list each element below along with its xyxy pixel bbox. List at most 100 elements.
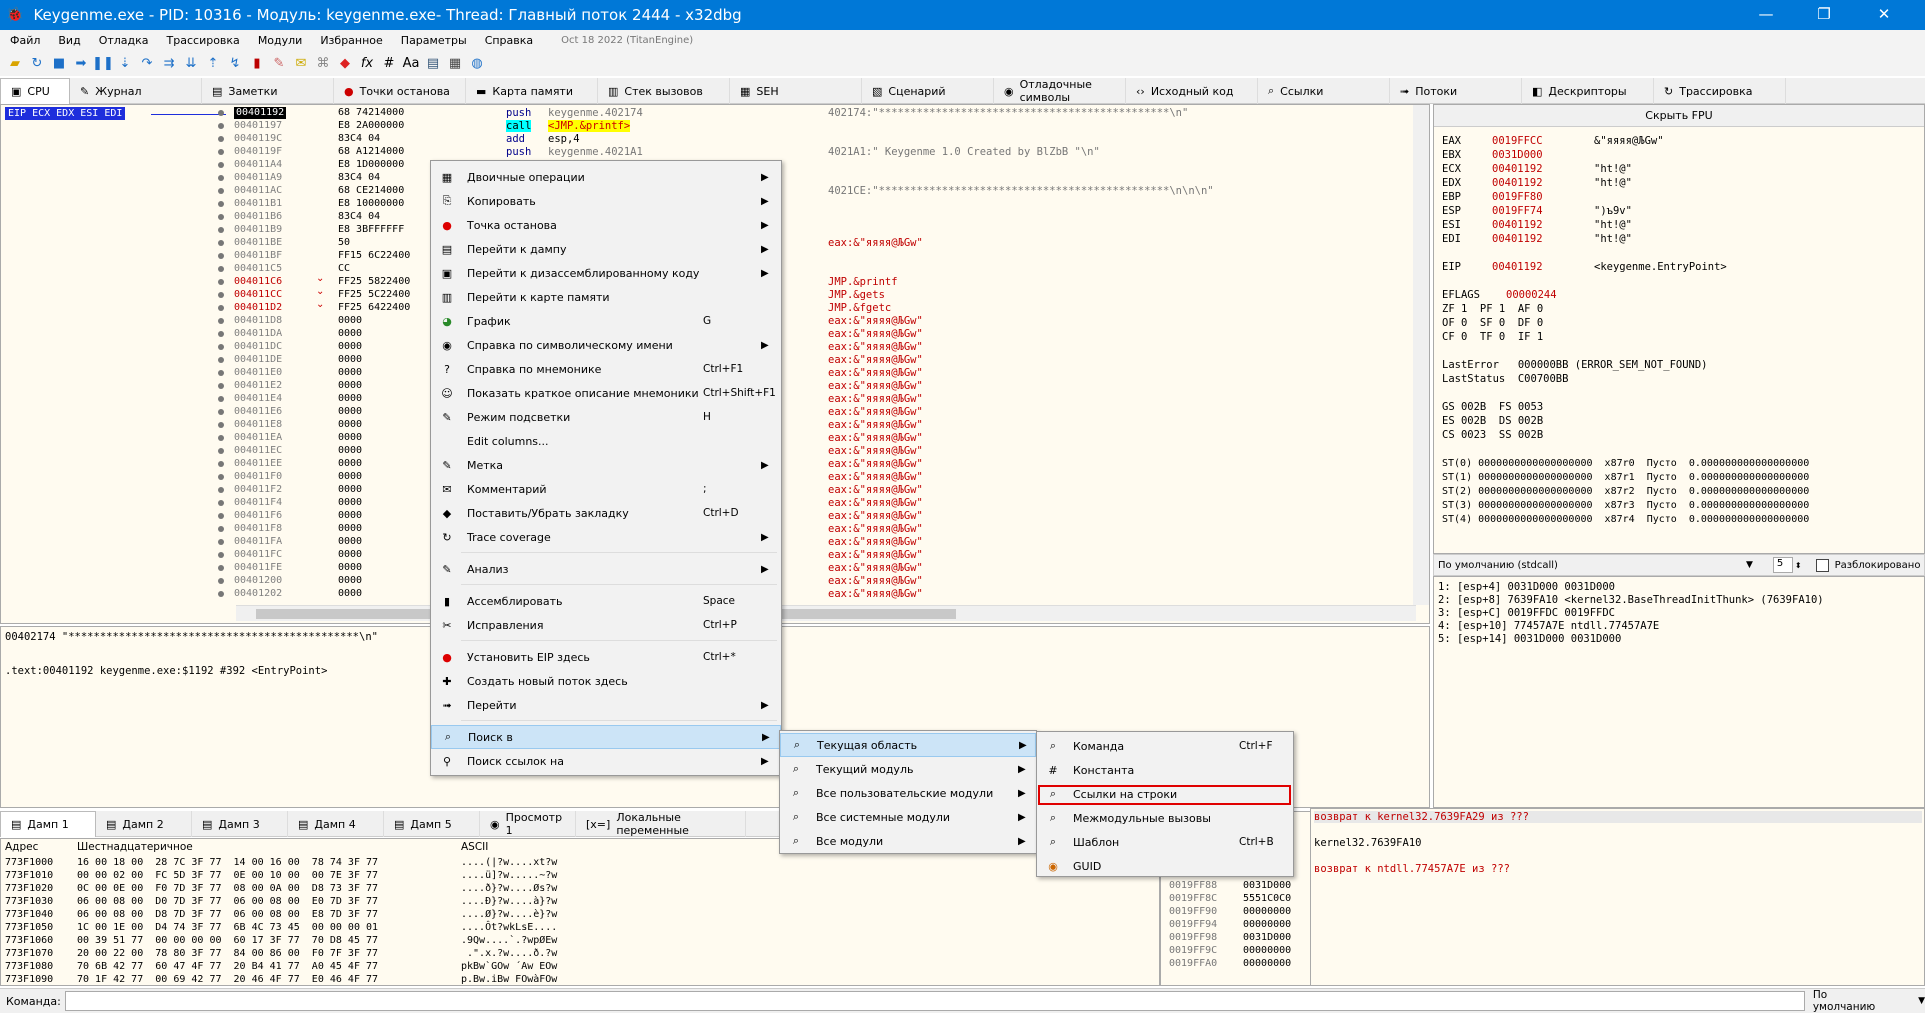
context-menu-item[interactable]: ? Справка по мнемонике Ctrl+F1 [431,357,781,381]
context-menu-item[interactable]: ▤ Перейти к дампу ▶ [431,237,781,261]
context-menu-item[interactable]: ▦ Двоичные операции ▶ [431,165,781,189]
submenu-item[interactable]: ⌕ Текущая область ▶ [780,733,1036,757]
breakpoint-bullet-icon[interactable] [218,357,224,363]
dump-tab[interactable]: ◉ Просмотр 1 [480,811,576,837]
context-menu-item[interactable]: ➟ Перейти ▶ [431,693,781,717]
calculator-icon[interactable]: ▦ [444,53,466,73]
address-cell[interactable]: 004011AC [234,185,282,197]
address-cell[interactable]: 004011BF [234,250,282,262]
breakpoint-bullet-icon[interactable] [218,578,224,584]
eip-value[interactable]: 00401192 [1492,261,1543,274]
stack-address[interactable]: 0019FFA0 [1169,958,1217,970]
address-cell[interactable]: 00401192 [234,107,287,119]
address-cell[interactable]: 004011F2 [234,484,282,496]
context-menu-item[interactable]: ↻ Trace coverage ▶ [431,525,781,549]
context-menu-item[interactable]: ▮ Ассемблировать Space [431,589,781,613]
address-cell[interactable]: 004011F8 [234,523,282,535]
calling-convention-select[interactable]: По умолчанию (stdcall) [1438,560,1758,571]
address-cell[interactable]: 004011DA [234,328,282,340]
breakpoint-bullet-icon[interactable] [218,552,224,558]
dump-tab[interactable]: ▤ Дамп 1 [0,811,96,837]
dump-address[interactable]: 773F1020 [5,883,53,895]
dump-ascii[interactable]: ....(|?w....xt?w [461,857,557,869]
address-cell[interactable]: 004011D8 [234,315,282,327]
dump-address[interactable]: 773F1060 [5,935,53,947]
animate-over-icon[interactable]: ⇊ [180,53,202,73]
register-value[interactable]: 0019FFCC [1492,135,1543,148]
address-cell[interactable]: 004011FA [234,536,282,548]
trace-icon[interactable]: ▮ [246,53,268,73]
context-menu-item[interactable]: ✎ Режим подсветки H [431,405,781,429]
menu-item[interactable]: Трассировка [167,34,240,47]
address-cell[interactable]: 004011EC [234,445,282,457]
register-value[interactable]: 0019FF74 [1492,205,1543,218]
dump-hex[interactable]: 20 00 22 00 78 80 3F 77 84 00 86 00 F0 7… [77,948,378,960]
spinner-arrows-icon[interactable]: ⬍ [1795,561,1802,570]
context-menu-item[interactable]: ✚ Создать новый поток здесь [431,669,781,693]
address-cell[interactable]: 004011B9 [234,224,282,236]
address-cell[interactable]: 004011B6 [234,211,282,223]
breakpoint-bullet-icon[interactable] [218,396,224,402]
dump-address[interactable]: 773F1010 [5,870,53,882]
dump-tab[interactable]: ▤ Дамп 4 [288,811,384,837]
stack-value[interactable]: 00000000 [1243,919,1291,931]
dump-panel[interactable]: Адрес Шестнадцатеричное ASCII 773F1000 16… [0,838,1160,986]
context-menu-item[interactable]: ◆ Поставить/Убрать закладку Ctrl+D [431,501,781,525]
dump-address[interactable]: 773F1080 [5,961,53,973]
context-menu-item[interactable]: ◉ Справка по символическому имени ▶ [431,333,781,357]
submenu-item[interactable]: ⌕ Текущий модуль ▶ [780,757,1036,781]
arg-count-spinner[interactable]: 5 [1772,557,1793,573]
address-cell[interactable]: 004011E8 [234,419,282,431]
tab-handles[interactable]: ◧ Дескрипторы [1522,78,1654,104]
chevron-down-icon[interactable]: ▼ [1746,560,1753,570]
menu-item[interactable]: Избранное [320,34,382,47]
dump-address[interactable]: 773F1050 [5,922,53,934]
address-cell[interactable]: 004011EA [234,432,282,444]
address-cell[interactable]: 004011DE [234,354,282,366]
maximize-button[interactable]: ❐ [1795,0,1853,30]
stack-value[interactable]: 0031D000 [1243,932,1291,944]
address-cell[interactable]: 004011FE [234,562,282,574]
tab-script[interactable]: ▧ Сценарий [862,78,994,104]
breakpoint-bullet-icon[interactable] [218,175,224,181]
dump-ascii[interactable]: ....Ø}?w....è}?w [461,909,557,921]
address-cell[interactable]: 004011A9 [234,172,282,184]
dump-ascii[interactable]: ....Ôt?wkLsE.... [461,922,557,934]
tab-breakpoint[interactable]: ● Точки останова [334,78,466,104]
breakpoint-bullet-icon[interactable] [218,344,224,350]
address-cell[interactable]: 004011E4 [234,393,282,405]
context-menu-item[interactable]: ✂ Исправления Ctrl+P [431,613,781,637]
context-menu-item[interactable]: ✎ Метка ▶ [431,453,781,477]
context-menu-item[interactable]: ◕ График G [431,309,781,333]
pause-icon[interactable]: ❚❚ [92,53,114,73]
tab-source[interactable]: ‹› Исходный код [1126,78,1258,104]
dump-ascii[interactable]: ....ð}?w....Øs?w [461,883,557,895]
breakpoint-bullet-icon[interactable] [218,149,224,155]
dump-ascii[interactable]: .".x.?w....ð.?w [461,948,557,960]
address-cell[interactable]: 004011DC [234,341,282,353]
address-cell[interactable]: 004011E6 [234,406,282,418]
dump-address[interactable]: 773F1040 [5,909,53,921]
address-cell[interactable]: 004011D2 [234,302,282,314]
breakpoint-bullet-icon[interactable] [218,305,224,311]
minimize-button[interactable]: — [1737,0,1795,30]
stack-value[interactable]: 00000000 [1243,906,1291,918]
stack-arg-row[interactable]: 4: [esp+10] 77457A7E ntdll.77457A7E [1438,620,1659,632]
breakpoint-bullet-icon[interactable] [218,331,224,337]
breakpoint-bullet-icon[interactable] [218,526,224,532]
address-cell[interactable]: 004011F6 [234,510,282,522]
context-menu-item[interactable]: ⚲ Поиск ссылок на ▶ [431,749,781,773]
address-cell[interactable]: 004011E2 [234,380,282,392]
chevron-down-icon[interactable]: ▼ [1918,996,1925,1006]
breakpoint-bullet-icon[interactable] [218,513,224,519]
eflags-value[interactable]: 00000244 [1506,289,1557,302]
dump-hex[interactable]: 00 00 02 00 FC 5D 3F 77 0E 00 10 00 00 7… [77,870,378,882]
dump-ascii[interactable]: .9Qw....`.?wpØEw [461,935,557,947]
context-menu-item[interactable]: ⎘ Копировать ▶ [431,189,781,213]
breakpoint-bullet-icon[interactable] [218,539,224,545]
command-input[interactable] [64,991,1805,1011]
stack-arg-row[interactable]: 5: [esp+14] 0031D000 0031D000 [1438,633,1621,645]
stack-arg-row[interactable]: 3: [esp+C] 0019FFDC 0019FFDC [1438,607,1615,619]
breakpoint-bullet-icon[interactable] [218,422,224,428]
tab-cpu[interactable]: ▣ CPU [0,78,70,104]
